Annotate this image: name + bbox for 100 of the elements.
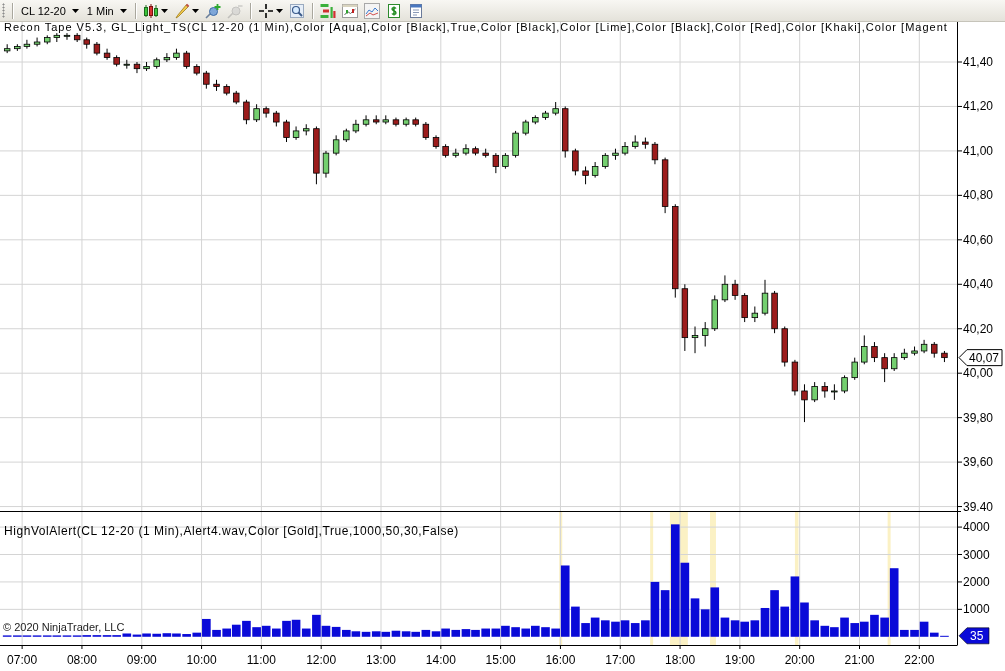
pin-icon — [226, 2, 243, 19]
candle — [373, 114, 380, 125]
volume-bar — [620, 620, 630, 637]
volume-bar — [590, 617, 600, 637]
x-tick-label: 11:00 — [246, 653, 276, 667]
instrument-menu[interactable]: CL 12-20 — [17, 0, 83, 21]
candle — [33, 37, 41, 47]
chart-window-icon — [341, 2, 358, 19]
candle — [761, 279, 769, 316]
volume-bar — [511, 627, 520, 637]
volume-bar — [491, 628, 501, 637]
candle — [223, 83, 230, 96]
y-tick-label: 40,20 — [963, 321, 994, 336]
candle — [741, 292, 748, 323]
x-tick-label: 09:00 — [126, 653, 157, 667]
pencil-icon — [173, 2, 190, 19]
candle — [23, 39, 31, 50]
candle — [422, 121, 430, 141]
volume-bar — [481, 628, 490, 637]
candle — [621, 141, 629, 156]
candle — [941, 350, 948, 363]
candle — [721, 274, 729, 303]
candle — [382, 114, 389, 125]
volume-bar — [611, 621, 620, 637]
x-tick-label: 16:00 — [545, 653, 576, 667]
volume-bar — [541, 627, 550, 637]
candle — [851, 357, 858, 381]
bar-list-icon — [319, 2, 336, 19]
candle — [203, 70, 210, 90]
candle — [542, 110, 549, 121]
candle — [63, 32, 71, 41]
candle — [153, 57, 160, 70]
candle — [313, 125, 320, 185]
candle — [332, 134, 340, 156]
candle — [920, 339, 928, 354]
volume-bar — [501, 625, 510, 637]
candle — [442, 143, 449, 159]
line-chart-icon — [363, 2, 380, 19]
indicator-label: Recon Tape V5.3, GL_Light_TS(CL 12-20 (1 Min),Color [Aqua],Color [Black],True,Color [Black],Color [Lime],Color [Black],Color [Red],Color [Khaki],Color [Magent — [4, 22, 948, 33]
y-tick-label: 41,00 — [963, 143, 994, 158]
y-tick-label: 3000 — [963, 547, 990, 562]
document-icon — [407, 2, 424, 19]
candle — [133, 61, 141, 74]
y-tick-label: 40,00 — [963, 366, 994, 381]
candle — [4, 43, 11, 54]
candle — [562, 105, 569, 159]
candle — [352, 119, 360, 134]
candle — [402, 117, 410, 127]
candle — [661, 157, 669, 214]
candle — [452, 148, 459, 159]
volume-bar — [850, 623, 860, 637]
y-tick-label: 41,20 — [963, 99, 994, 114]
y-tick-label: 39,80 — [963, 410, 994, 425]
volume-bar — [261, 625, 271, 637]
x-tick-label: 08:00 — [66, 653, 97, 667]
candle — [801, 383, 808, 423]
candle — [432, 134, 440, 150]
grip-icon[interactable] — [2, 3, 5, 18]
interval-menu[interactable]: 1 Min — [82, 0, 131, 21]
candle — [681, 283, 689, 352]
candle — [253, 103, 260, 123]
candle — [781, 326, 788, 367]
candle — [322, 150, 330, 179]
dollar-icon — [385, 2, 402, 19]
copyright-text: © 2020 NinjaTrader, LLC — [3, 621, 125, 633]
y-tick-label: 41,40 — [963, 55, 994, 69]
candle — [123, 59, 130, 70]
candle — [811, 381, 818, 403]
volume-bar — [601, 620, 610, 637]
magnifier-icon — [288, 2, 305, 19]
candle — [233, 90, 240, 105]
volume-bar — [630, 623, 640, 637]
y-tick-label: 40,80 — [963, 188, 994, 203]
candle — [881, 352, 888, 383]
candle — [771, 290, 778, 334]
x-tick-label: 20:00 — [784, 653, 815, 667]
candle — [392, 117, 400, 127]
line-chart-button[interactable] — [361, 0, 382, 21]
candle — [303, 123, 310, 136]
volume-bar — [521, 628, 531, 637]
candle — [502, 152, 509, 170]
caret-icon — [71, 8, 79, 13]
candle — [532, 114, 539, 125]
candle — [343, 128, 350, 143]
candle — [492, 152, 500, 174]
candle — [113, 54, 120, 67]
y-tick-label: 39,60 — [963, 455, 994, 470]
candle — [821, 381, 828, 399]
x-tick-label: 17:00 — [605, 653, 636, 667]
pin-plus-icon — [204, 2, 221, 19]
candle — [103, 48, 111, 61]
candle — [462, 143, 470, 156]
candle — [512, 130, 519, 159]
candle — [901, 348, 908, 361]
candle — [751, 306, 759, 323]
x-tick-label: 07:00 — [7, 653, 38, 667]
crosshair-icon — [257, 2, 274, 19]
volume-bar — [730, 620, 740, 637]
candle — [522, 119, 529, 136]
candle — [44, 34, 51, 45]
